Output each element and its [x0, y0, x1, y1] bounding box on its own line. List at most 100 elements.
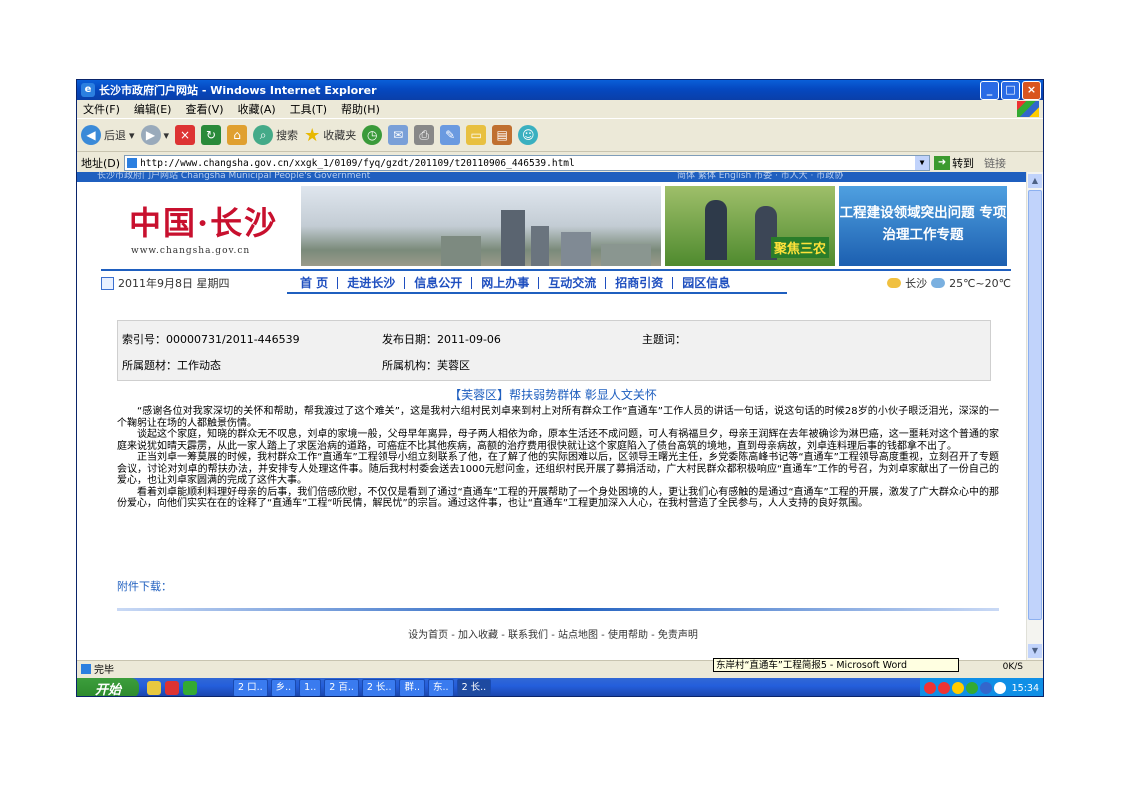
taskbar-item[interactable]: 1.. [299, 679, 322, 696]
article-paragraph: 看着刘卓能顺利料理好母亲的后事，我们倍感欣慰，不仅仅是看到了通过“直通车”工程的… [117, 486, 999, 510]
article-paragraph: 正当刘卓一筹莫展的时候，我村群众工作“直通车”工程领导小组立刻联系了他，在了解了… [117, 452, 999, 486]
mail-icon[interactable]: ✉ [388, 125, 409, 145]
refresh-icon[interactable]: ↻ [201, 125, 222, 145]
messenger-icon[interactable]: ☺ [518, 125, 539, 145]
page-viewport: 长沙市政府门户网站 Changsha Municipal People's Go… [77, 172, 1029, 660]
volume-icon[interactable] [993, 682, 1006, 694]
nav-items: 首 页 走进长沙 信息公开 网上办事 互动交流 招商引资 园区信息 [291, 277, 739, 289]
menu-favorites[interactable]: 收藏(A) [238, 101, 276, 117]
taskbar-item[interactable]: 2 长.. [361, 679, 397, 696]
agriculture-tag: 聚焦三农 [770, 237, 829, 258]
history-icon[interactable]: ◷ [362, 125, 383, 145]
menu-bar: 文件(F) 编辑(E) 查看(V) 收藏(A) 工具(T) 帮助(H) [77, 100, 1043, 118]
tray-icon[interactable] [923, 682, 936, 694]
nav-invest[interactable]: 招商引资 [606, 277, 674, 289]
start-button[interactable]: 开始 [77, 678, 139, 696]
quicklaunch-icon[interactable] [183, 681, 197, 695]
date-display: 2011年9月8日 星期四 [101, 275, 291, 291]
folder-icon[interactable]: ▭ [466, 125, 487, 145]
tray-icon[interactable] [979, 682, 992, 694]
meta-index: 索引号：00000731/2011-446539 [122, 333, 300, 346]
windows-logo-icon [1017, 101, 1039, 117]
footer-divider [117, 608, 999, 611]
address-label: 地址(D) [81, 157, 121, 170]
nav-parks[interactable]: 园区信息 [673, 277, 739, 289]
system-tray: 15:34 [919, 678, 1043, 696]
menu-edit[interactable]: 编辑(E) [134, 101, 172, 117]
quick-launch [147, 681, 233, 695]
quicklaunch-icon[interactable] [165, 681, 179, 695]
rain-icon [931, 278, 946, 288]
ie-icon: e [81, 83, 95, 97]
menu-file[interactable]: 文件(F) [83, 101, 120, 117]
meta-date: 发布日期：2011-09-06 [382, 333, 501, 346]
building-shape [531, 226, 549, 266]
menu-help[interactable]: 帮助(H) [341, 101, 380, 117]
attachment-download-link[interactable]: 附件下载： [117, 578, 172, 594]
address-dropdown-icon[interactable]: ▼ [915, 156, 930, 170]
building-shape [441, 236, 481, 266]
site-footer-links[interactable]: 设为首页 - 加入收藏 - 联系我们 - 站点地图 - 使用帮助 - 免责声明 [77, 626, 1029, 641]
page-icon [127, 158, 138, 168]
agriculture-banner[interactable]: 聚焦三农 [665, 186, 835, 266]
building-shape [601, 244, 651, 266]
page-done-icon [81, 663, 91, 674]
site-banner: 中国·长沙 www.changsha.gov.cn 聚焦三农 工程建设领域突出问… [101, 186, 1011, 266]
window-controls: _ □ × [980, 81, 1041, 100]
scroll-up-icon[interactable]: ▲ [1028, 174, 1042, 188]
taskbar-item[interactable]: 乡.. [270, 679, 297, 696]
tray-icon[interactable] [965, 682, 978, 694]
meta-org: 所属机构：芙蓉区 [382, 359, 470, 372]
research-icon[interactable]: ▤ [492, 125, 513, 145]
building-shape [501, 210, 525, 266]
favorites-button[interactable]: ★ 收藏夹 [304, 125, 356, 146]
stop-icon[interactable]: × [175, 125, 196, 145]
nav-interact[interactable]: 互动交流 [539, 277, 607, 289]
address-input[interactable]: http://www.changsha.gov.cn/xxgk_1/0109/f… [124, 155, 931, 171]
go-arrow-icon: ➜ [934, 156, 951, 170]
site-logo[interactable]: 中国·长沙 www.changsha.gov.cn [101, 186, 301, 266]
star-icon: ★ [304, 124, 321, 146]
taskbar-item[interactable]: 2 百.. [324, 679, 359, 696]
nav-about[interactable]: 走进长沙 [338, 277, 406, 289]
taskbar-item[interactable]: 2 口.. [233, 679, 268, 696]
taskbar-item[interactable]: 群.. [399, 679, 426, 696]
logo-url: www.changsha.gov.cn [131, 246, 251, 256]
nav-home[interactable]: 首 页 [291, 277, 339, 289]
meta-topic: 所属题材：工作动态 [122, 359, 221, 372]
forward-button[interactable]: ▶ ▾ [140, 125, 169, 145]
meta-keywords: 主题词： [642, 333, 686, 346]
nav-info[interactable]: 信息公开 [405, 277, 473, 289]
site-top-left-text: 长沙市政府门户网站 Changsha Municipal People's Go… [97, 172, 371, 181]
back-arrow-icon: ◀ [81, 125, 101, 145]
scroll-down-icon[interactable]: ▼ [1028, 644, 1042, 658]
tray-icon[interactable] [951, 682, 964, 694]
tray-icon[interactable] [937, 682, 950, 694]
close-button[interactable]: × [1022, 81, 1041, 100]
nav-services[interactable]: 网上办事 [472, 277, 540, 289]
site-top-links[interactable]: 简体 繁体 English 市委 · 市人大 · 市政协 [677, 172, 843, 181]
site-top-strip: 长沙市政府门户网站 Changsha Municipal People's Go… [77, 172, 1029, 182]
print-icon[interactable]: ⎙ [414, 125, 435, 145]
project-banner[interactable]: 工程建设领域突出问题 专项治理工作专题 [839, 186, 1007, 266]
quicklaunch-icon[interactable] [147, 681, 161, 695]
maximize-button[interactable]: □ [1001, 81, 1020, 100]
edit-icon[interactable]: ✎ [440, 125, 461, 145]
download-speed: 0K/S [1002, 662, 1023, 672]
building-shape [561, 232, 591, 266]
vertical-scrollbar[interactable]: ▲ ▼ [1026, 172, 1043, 660]
home-icon[interactable]: ⌂ [227, 125, 248, 145]
back-button[interactable]: ◀ 后退 ▾ [81, 125, 135, 145]
cloudy-sun-icon [887, 278, 902, 288]
taskbar-item[interactable]: 东.. [428, 679, 454, 696]
minimize-button[interactable]: _ [980, 81, 999, 100]
menu-tools[interactable]: 工具(T) [290, 101, 327, 117]
menu-view[interactable]: 查看(V) [185, 101, 223, 117]
search-button[interactable]: ⌕ 搜索 [253, 125, 298, 145]
article-paragraph: “感谢各位对我家深切的关怀和帮助，帮我渡过了这个难关”，这是我村六组村民刘卓来到… [117, 406, 999, 429]
taskbar-item-active[interactable]: 2 长.. [456, 679, 492, 696]
logo-text: 中国·长沙 [129, 204, 279, 242]
scroll-thumb[interactable] [1028, 190, 1042, 620]
go-button[interactable]: ➜ 转到 [934, 155, 974, 171]
links-label[interactable]: 链接 [984, 155, 1006, 171]
